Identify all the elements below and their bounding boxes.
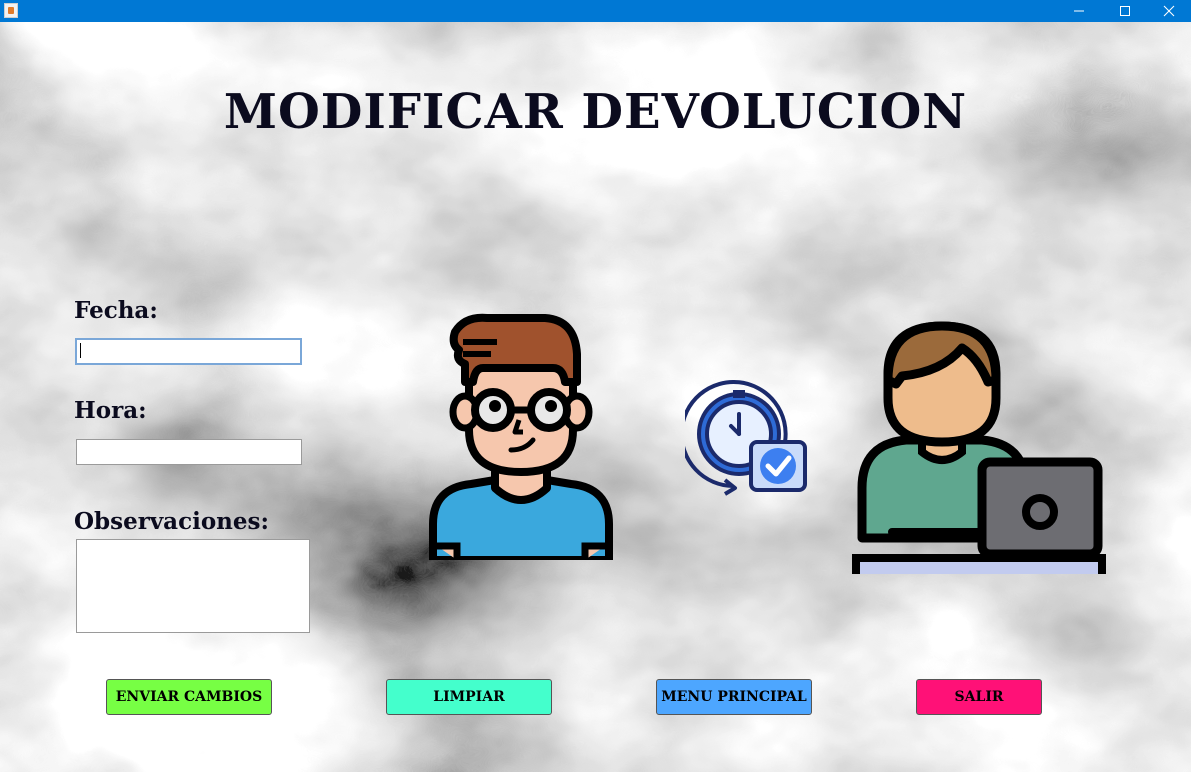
observaciones-label: Observaciones: bbox=[74, 508, 269, 535]
minimize-button[interactable] bbox=[1056, 0, 1102, 22]
close-icon bbox=[1163, 5, 1175, 17]
hora-input[interactable] bbox=[76, 439, 302, 465]
maximize-icon bbox=[1120, 6, 1130, 16]
page-title: MODIFICAR DEVOLUCION bbox=[223, 84, 968, 140]
enviar-cambios-button[interactable]: ENVIAR CAMBIOS bbox=[106, 679, 272, 715]
minimize-icon bbox=[1074, 10, 1084, 12]
java-app-icon bbox=[4, 3, 18, 18]
fecha-label: Fecha: bbox=[74, 297, 158, 324]
student-avatar-icon bbox=[429, 313, 613, 560]
close-button[interactable] bbox=[1146, 0, 1191, 22]
person-laptop-icon bbox=[852, 321, 1106, 574]
clock-check-icon bbox=[685, 380, 807, 496]
salir-button[interactable]: SALIR bbox=[916, 679, 1042, 715]
limpiar-button[interactable]: LIMPIAR bbox=[386, 679, 552, 715]
hora-label: Hora: bbox=[74, 397, 147, 424]
fecha-field-wrapper bbox=[75, 338, 302, 365]
observaciones-textarea[interactable] bbox=[76, 539, 310, 633]
text-caret bbox=[80, 343, 81, 358]
maximize-button[interactable] bbox=[1102, 0, 1148, 22]
fecha-input[interactable] bbox=[75, 338, 302, 365]
menu-principal-button[interactable]: MENU PRINCIPAL bbox=[656, 679, 812, 715]
main-panel: MODIFICAR DEVOLUCION Fecha: Hora: Observ… bbox=[0, 22, 1191, 772]
window-titlebar bbox=[0, 0, 1191, 22]
